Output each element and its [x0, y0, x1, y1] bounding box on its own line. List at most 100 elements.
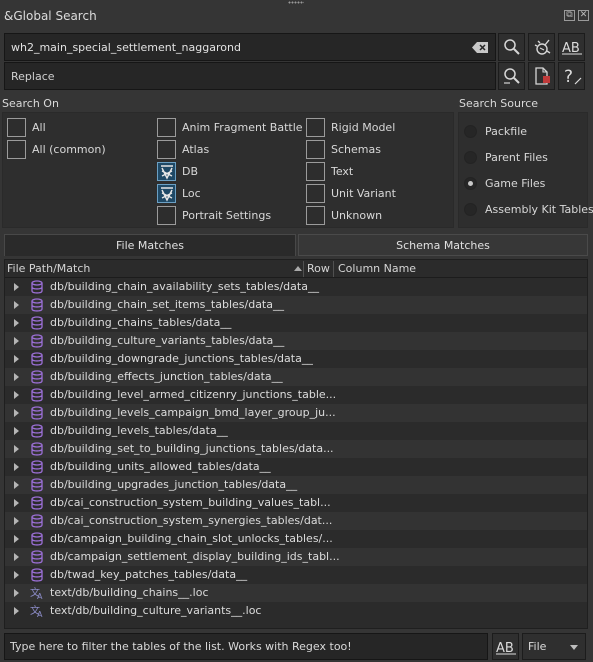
- checkbox-box[interactable]: [306, 140, 325, 159]
- filter-case-sensitive-button[interactable]: AB: [492, 633, 519, 660]
- expand-arrow-icon[interactable]: [14, 445, 19, 453]
- checkbox-box[interactable]: [157, 140, 176, 159]
- replace-all-button[interactable]: [528, 62, 555, 90]
- checkbox-all[interactable]: All: [7, 118, 46, 137]
- tab-schema-matches[interactable]: Schema Matches: [298, 234, 588, 256]
- search-button[interactable]: [498, 33, 525, 61]
- drag-grip[interactable]: [288, 1, 304, 4]
- search-icon: [503, 39, 520, 55]
- table-row[interactable]: db/building_units_allowed_tables/data__: [5, 458, 587, 476]
- expand-arrow-icon[interactable]: [14, 283, 19, 291]
- table-row[interactable]: db/campaign_settlement_display_building_…: [5, 548, 587, 566]
- close-button[interactable]: ✕: [578, 10, 589, 21]
- checkbox-schemas[interactable]: Schemas: [306, 140, 381, 159]
- radio-assembly-kit-tables[interactable]: Assembly Kit Tables: [464, 203, 593, 216]
- radio-button[interactable]: [464, 125, 477, 138]
- search-field[interactable]: [4, 33, 496, 61]
- expand-arrow-icon[interactable]: [14, 499, 19, 507]
- table-row[interactable]: db/building_levels_tables/data__: [5, 422, 587, 440]
- expand-arrow-icon[interactable]: [14, 607, 19, 615]
- column-row[interactable]: Row: [307, 262, 330, 275]
- expand-arrow-icon[interactable]: [14, 409, 19, 417]
- checkbox-rigid-model[interactable]: Rigid Model: [306, 118, 395, 137]
- expand-arrow-icon[interactable]: [14, 391, 19, 399]
- expand-arrow-icon[interactable]: [14, 481, 19, 489]
- file-path: db/cai_construction_system_synergies_tab…: [50, 514, 333, 527]
- matches-tree-view[interactable]: File Path/Match Row Column Name db/build…: [4, 259, 588, 629]
- column-column-name[interactable]: Column Name: [338, 262, 416, 275]
- table-row[interactable]: db/building_downgrade_junctions_tables/d…: [5, 350, 587, 368]
- table-row[interactable]: db/cai_construction_system_building_valu…: [5, 494, 587, 512]
- radio-game-files[interactable]: Game Files: [464, 177, 545, 190]
- table-row[interactable]: db/twad_key_patches_tables/data__: [5, 566, 587, 584]
- checkbox-box[interactable]: [7, 140, 26, 159]
- expand-arrow-icon[interactable]: [14, 463, 19, 471]
- checkbox-anim-fragment-battle[interactable]: Anim Fragment Battle: [157, 118, 303, 137]
- table-row[interactable]: db/building_levels_campaign_bmd_layer_gr…: [5, 404, 587, 422]
- expand-arrow-icon[interactable]: [14, 373, 19, 381]
- file-path: db/building_effects_junction_tables/data…: [50, 370, 283, 383]
- replace-matches-button[interactable]: [498, 62, 525, 90]
- table-row[interactable]: db/building_chains_tables/data__: [5, 314, 587, 332]
- radio-label: Parent Files: [485, 151, 548, 164]
- table-row[interactable]: db/building_culture_variants_tables/data…: [5, 332, 587, 350]
- column-file-path[interactable]: File Path/Match: [7, 262, 90, 275]
- table-row[interactable]: db/building_set_to_building_junctions_ta…: [5, 440, 587, 458]
- expand-arrow-icon[interactable]: [14, 553, 19, 561]
- checkbox-box[interactable]: [157, 162, 176, 181]
- radio-packfile[interactable]: Packfile: [464, 125, 527, 138]
- replace-field[interactable]: [4, 62, 496, 90]
- checkbox-all-common[interactable]: All (common): [7, 140, 106, 159]
- radio-button[interactable]: [464, 203, 477, 216]
- clear-text-icon[interactable]: [472, 42, 488, 53]
- checkbox-box[interactable]: [306, 206, 325, 225]
- case-sensitive-button[interactable]: AB: [558, 33, 585, 61]
- checkbox-box[interactable]: [306, 184, 325, 203]
- table-row[interactable]: db/building_chain_set_items_tables/data_…: [5, 296, 587, 314]
- table-row[interactable]: db/cai_construction_system_synergies_tab…: [5, 512, 587, 530]
- checkbox-box[interactable]: [7, 118, 26, 137]
- checkbox-text[interactable]: Text: [306, 162, 353, 181]
- radio-button[interactable]: [464, 177, 477, 190]
- checkbox-box[interactable]: [157, 118, 176, 137]
- expand-arrow-icon[interactable]: [14, 589, 19, 597]
- table-row[interactable]: db/building_upgrades_junction_tables/dat…: [5, 476, 587, 494]
- expand-arrow-icon[interactable]: [14, 571, 19, 579]
- checkbox-unknown[interactable]: Unknown: [306, 206, 382, 225]
- database-icon: [31, 532, 43, 546]
- replace-input[interactable]: [11, 69, 489, 83]
- checkbox-box[interactable]: [306, 162, 325, 181]
- expand-arrow-icon[interactable]: [14, 427, 19, 435]
- tab-file-matches[interactable]: File Matches: [4, 234, 296, 256]
- checkbox-unit-variant[interactable]: Unit Variant: [306, 184, 396, 203]
- search-input[interactable]: [11, 40, 489, 54]
- table-row[interactable]: db/building_level_armed_citizenry_juncti…: [5, 386, 587, 404]
- database-icon: [31, 568, 43, 582]
- radio-button[interactable]: [464, 151, 477, 164]
- table-row[interactable]: 文 A text/db/building_chains__.loc: [5, 584, 587, 602]
- help-button[interactable]: ?: [558, 62, 585, 90]
- expand-arrow-icon[interactable]: [14, 517, 19, 525]
- filter-column-select[interactable]: File: [522, 633, 586, 660]
- table-row[interactable]: db/campaign_building_chain_slot_unlocks_…: [5, 530, 587, 548]
- checkbox-db[interactable]: DB: [157, 162, 198, 181]
- radio-parent-files[interactable]: Parent Files: [464, 151, 548, 164]
- filter-field[interactable]: [4, 633, 488, 660]
- table-row[interactable]: db/building_effects_junction_tables/data…: [5, 368, 587, 386]
- checkbox-loc[interactable]: Loc: [157, 184, 201, 203]
- expand-arrow-icon[interactable]: [14, 535, 19, 543]
- clear-search-button[interactable]: [528, 33, 555, 61]
- expand-arrow-icon[interactable]: [14, 355, 19, 363]
- expand-arrow-icon[interactable]: [14, 301, 19, 309]
- expand-arrow-icon[interactable]: [14, 319, 19, 327]
- float-button[interactable]: ⧉: [564, 10, 575, 21]
- table-row[interactable]: 文 A text/db/building_culture_variants__.lo…: [5, 602, 587, 620]
- filter-input[interactable]: [10, 640, 482, 653]
- expand-arrow-icon[interactable]: [14, 337, 19, 345]
- table-row[interactable]: db/building_chain_availability_sets_tabl…: [5, 278, 587, 296]
- checkbox-box[interactable]: [306, 118, 325, 137]
- checkbox-box[interactable]: [157, 206, 176, 225]
- checkbox-atlas[interactable]: Atlas: [157, 140, 209, 159]
- checkbox-portrait-settings[interactable]: Portrait Settings: [157, 206, 271, 225]
- checkbox-box[interactable]: [157, 184, 176, 203]
